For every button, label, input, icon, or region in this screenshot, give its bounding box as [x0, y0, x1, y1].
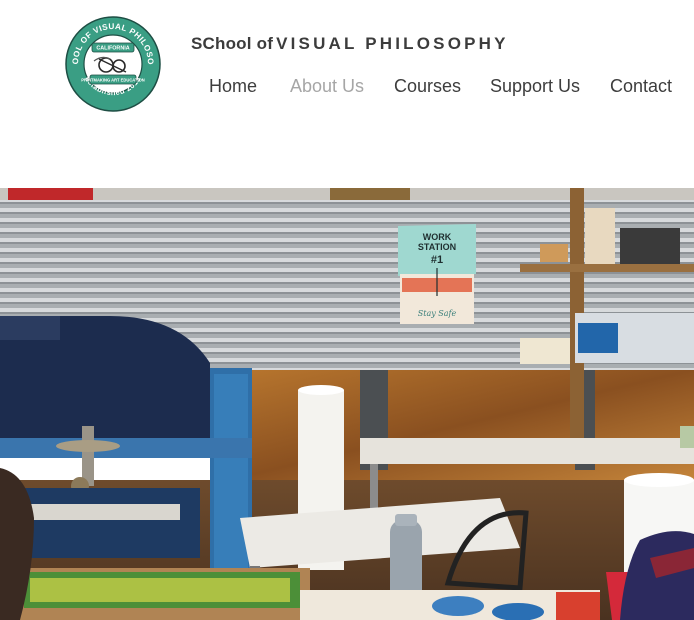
sign-line3: #1 — [431, 254, 443, 266]
site-title-rest: VISUAL PHILOSOPHY — [276, 34, 509, 53]
hero-image: WORK STATION #1 Stay Safe — [0, 188, 694, 620]
nav-courses[interactable]: Courses — [394, 76, 461, 97]
work-station-sign: WORK STATION #1 Stay Safe — [398, 224, 476, 324]
main-nav: Home About Us Courses Support Us Contact — [0, 76, 694, 100]
logo-banner-top: CALIFORNIA — [96, 46, 129, 52]
studio-photo: WORK STATION #1 Stay Safe — [0, 188, 694, 620]
site-title[interactable]: SChool of VISUAL PHILOSOPHY — [191, 34, 509, 54]
site-header: SCHOOL OF VISUAL PHILOSOPHY established … — [0, 0, 694, 188]
nav-contact[interactable]: Contact — [610, 76, 672, 97]
nav-support-us[interactable]: Support Us — [490, 76, 580, 97]
nav-home[interactable]: Home — [209, 76, 257, 97]
sign-line2: STATION — [418, 242, 456, 252]
nav-about-us[interactable]: About Us — [290, 76, 364, 97]
site-title-lead: SChool of — [191, 34, 274, 53]
sign-line1: WORK — [423, 232, 452, 242]
sign-footer: Stay Safe — [418, 309, 457, 318]
